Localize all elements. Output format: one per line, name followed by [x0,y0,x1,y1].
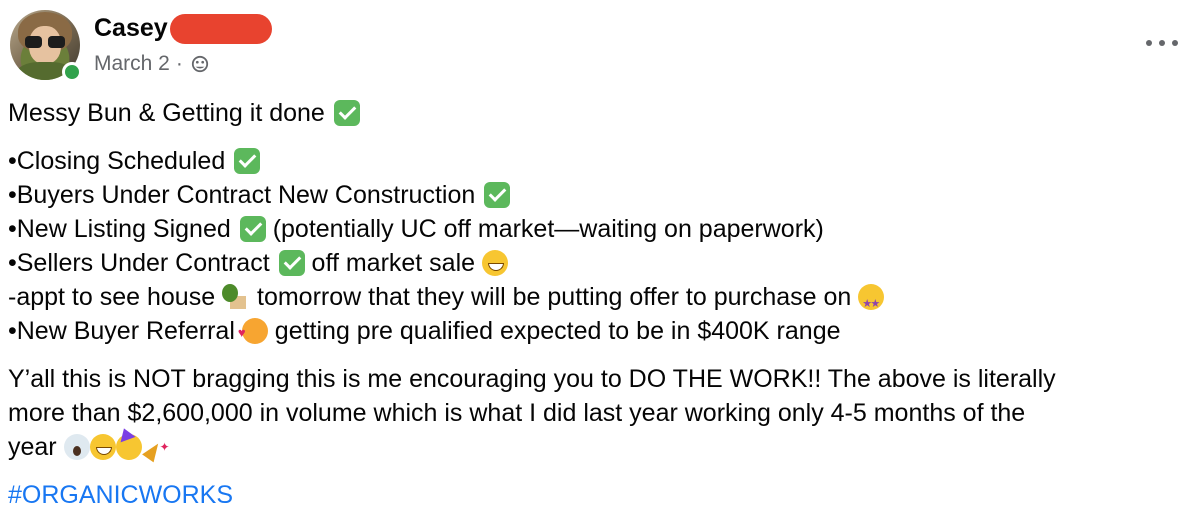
grinning-face-icon [89,434,116,460]
post-title-text: Messy Bun & Getting it done [8,99,325,127]
bullet-text: •New Listing Signed [8,215,231,243]
star-struck-icon [858,284,885,321]
bullet-line-6: •New Buyer Referral getting pre qualifie… [8,314,1188,350]
partying-face-icon [115,434,142,460]
redaction-mark [170,14,272,44]
hashtag-link[interactable]: #ORGANICWORKS [8,478,1188,512]
paragraph-text: year [8,433,57,461]
paragraph-line-1: Y’all this is NOT bragging this is me en… [8,365,1056,393]
check-mark-icon [333,100,360,126]
online-status-dot [62,62,82,82]
bullet-line-1: •Closing Scheduled [8,144,1188,178]
bullet-text: •Sellers Under Contract [8,249,270,277]
bullet-note: tomorrow that they will be putting offer… [257,283,852,311]
check-mark-icon [239,216,266,242]
bullet-note: getting pre qualified expected to be in … [274,317,841,345]
post-header: Casey March 2 · [10,10,1190,84]
post-date[interactable]: March 2 [94,50,170,78]
check-mark-icon [484,182,511,208]
author-name[interactable]: Casey [94,12,168,44]
bullet-line-2: •Buyers Under Contract New Construction [8,178,1188,212]
bullet-text: -appt to see house [8,283,216,311]
paragraph-line-3: year [8,430,1188,464]
avatar-sunglasses [25,36,65,48]
post-body: Messy Bun & Getting it done •Closing Sch… [8,96,1188,512]
bullet-line-4: •Sellers Under Contract off market sale [8,246,1188,280]
bullet-line-5: -appt to see house tomorrow that they wi… [8,280,1188,321]
check-mark-icon [278,250,305,276]
bullet-note: (potentially UC off market—waiting on pa… [272,215,824,243]
meta-separator: · [175,52,183,75]
post-meta: March 2 · [94,50,209,78]
bullet-text: •Buyers Under Contract New Construction [8,181,476,209]
bullet-text: •New Buyer Referral [8,317,235,345]
more-options-icon[interactable] [1146,38,1180,48]
grinning-face-icon [482,250,509,276]
group-audience-icon[interactable] [191,55,209,73]
bullet-line-3: •New Listing Signed (potentially UC off … [8,212,1188,246]
bullet-text: •Closing Scheduled [8,147,226,175]
bullet-note: off market sale [311,249,476,277]
screaming-face-icon [63,434,90,460]
house-with-garden-icon [222,284,250,310]
smiling-face-with-hearts-icon [238,316,268,350]
party-popper-icon [142,430,170,464]
paragraph-line-2: more than $2,600,000 in volume which is … [8,399,1026,427]
check-mark-icon [234,148,261,174]
post-title-line: Messy Bun & Getting it done [8,96,1188,130]
